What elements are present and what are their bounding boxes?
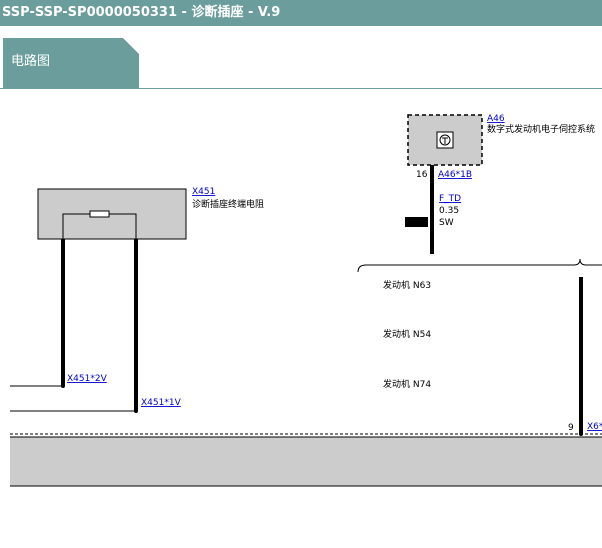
variant-brace (357, 258, 602, 273)
wire-signal-link[interactable]: F_TD (439, 194, 461, 204)
wire-x451-1v (10, 239, 138, 413)
ecu-symbol-icon (436, 131, 454, 149)
a46-name: 数字式发动机电子伺控系统 (487, 123, 595, 135)
variant-n74: 发动机 N74 (383, 378, 431, 390)
variant-n63: 发动机 N63 (383, 279, 431, 291)
x451-pin-1v-link[interactable]: X451*1V (141, 398, 182, 408)
circuit-diagram: A46 数字式发动机电子伺控系统 16 A46*1B F_TD 0.35 SW … (10, 114, 602, 487)
wire-gauge: 0.35 (439, 206, 459, 216)
x451-id-link[interactable]: X451 (192, 187, 215, 197)
a46-pin-link[interactable]: A46*1B (438, 170, 472, 180)
a46-id-link[interactable]: A46 (487, 114, 505, 124)
wire-color: SW (439, 218, 454, 228)
variant-n54: 发动机 N54 (383, 328, 431, 340)
x6-pin-link[interactable]: X6* (587, 422, 602, 432)
diagnostic-socket-block[interactable] (10, 433, 602, 487)
wire-color-swatch (405, 217, 428, 227)
x451-pin-2v-link[interactable]: X451*2V (67, 374, 108, 384)
x6-pin-number: 9 (568, 423, 574, 433)
wire-x451-2v (10, 239, 65, 388)
a46-pin-number: 16 (416, 170, 428, 180)
wire-x6 (579, 277, 583, 436)
x451-name: 诊断插座终端电阻 (192, 198, 264, 210)
